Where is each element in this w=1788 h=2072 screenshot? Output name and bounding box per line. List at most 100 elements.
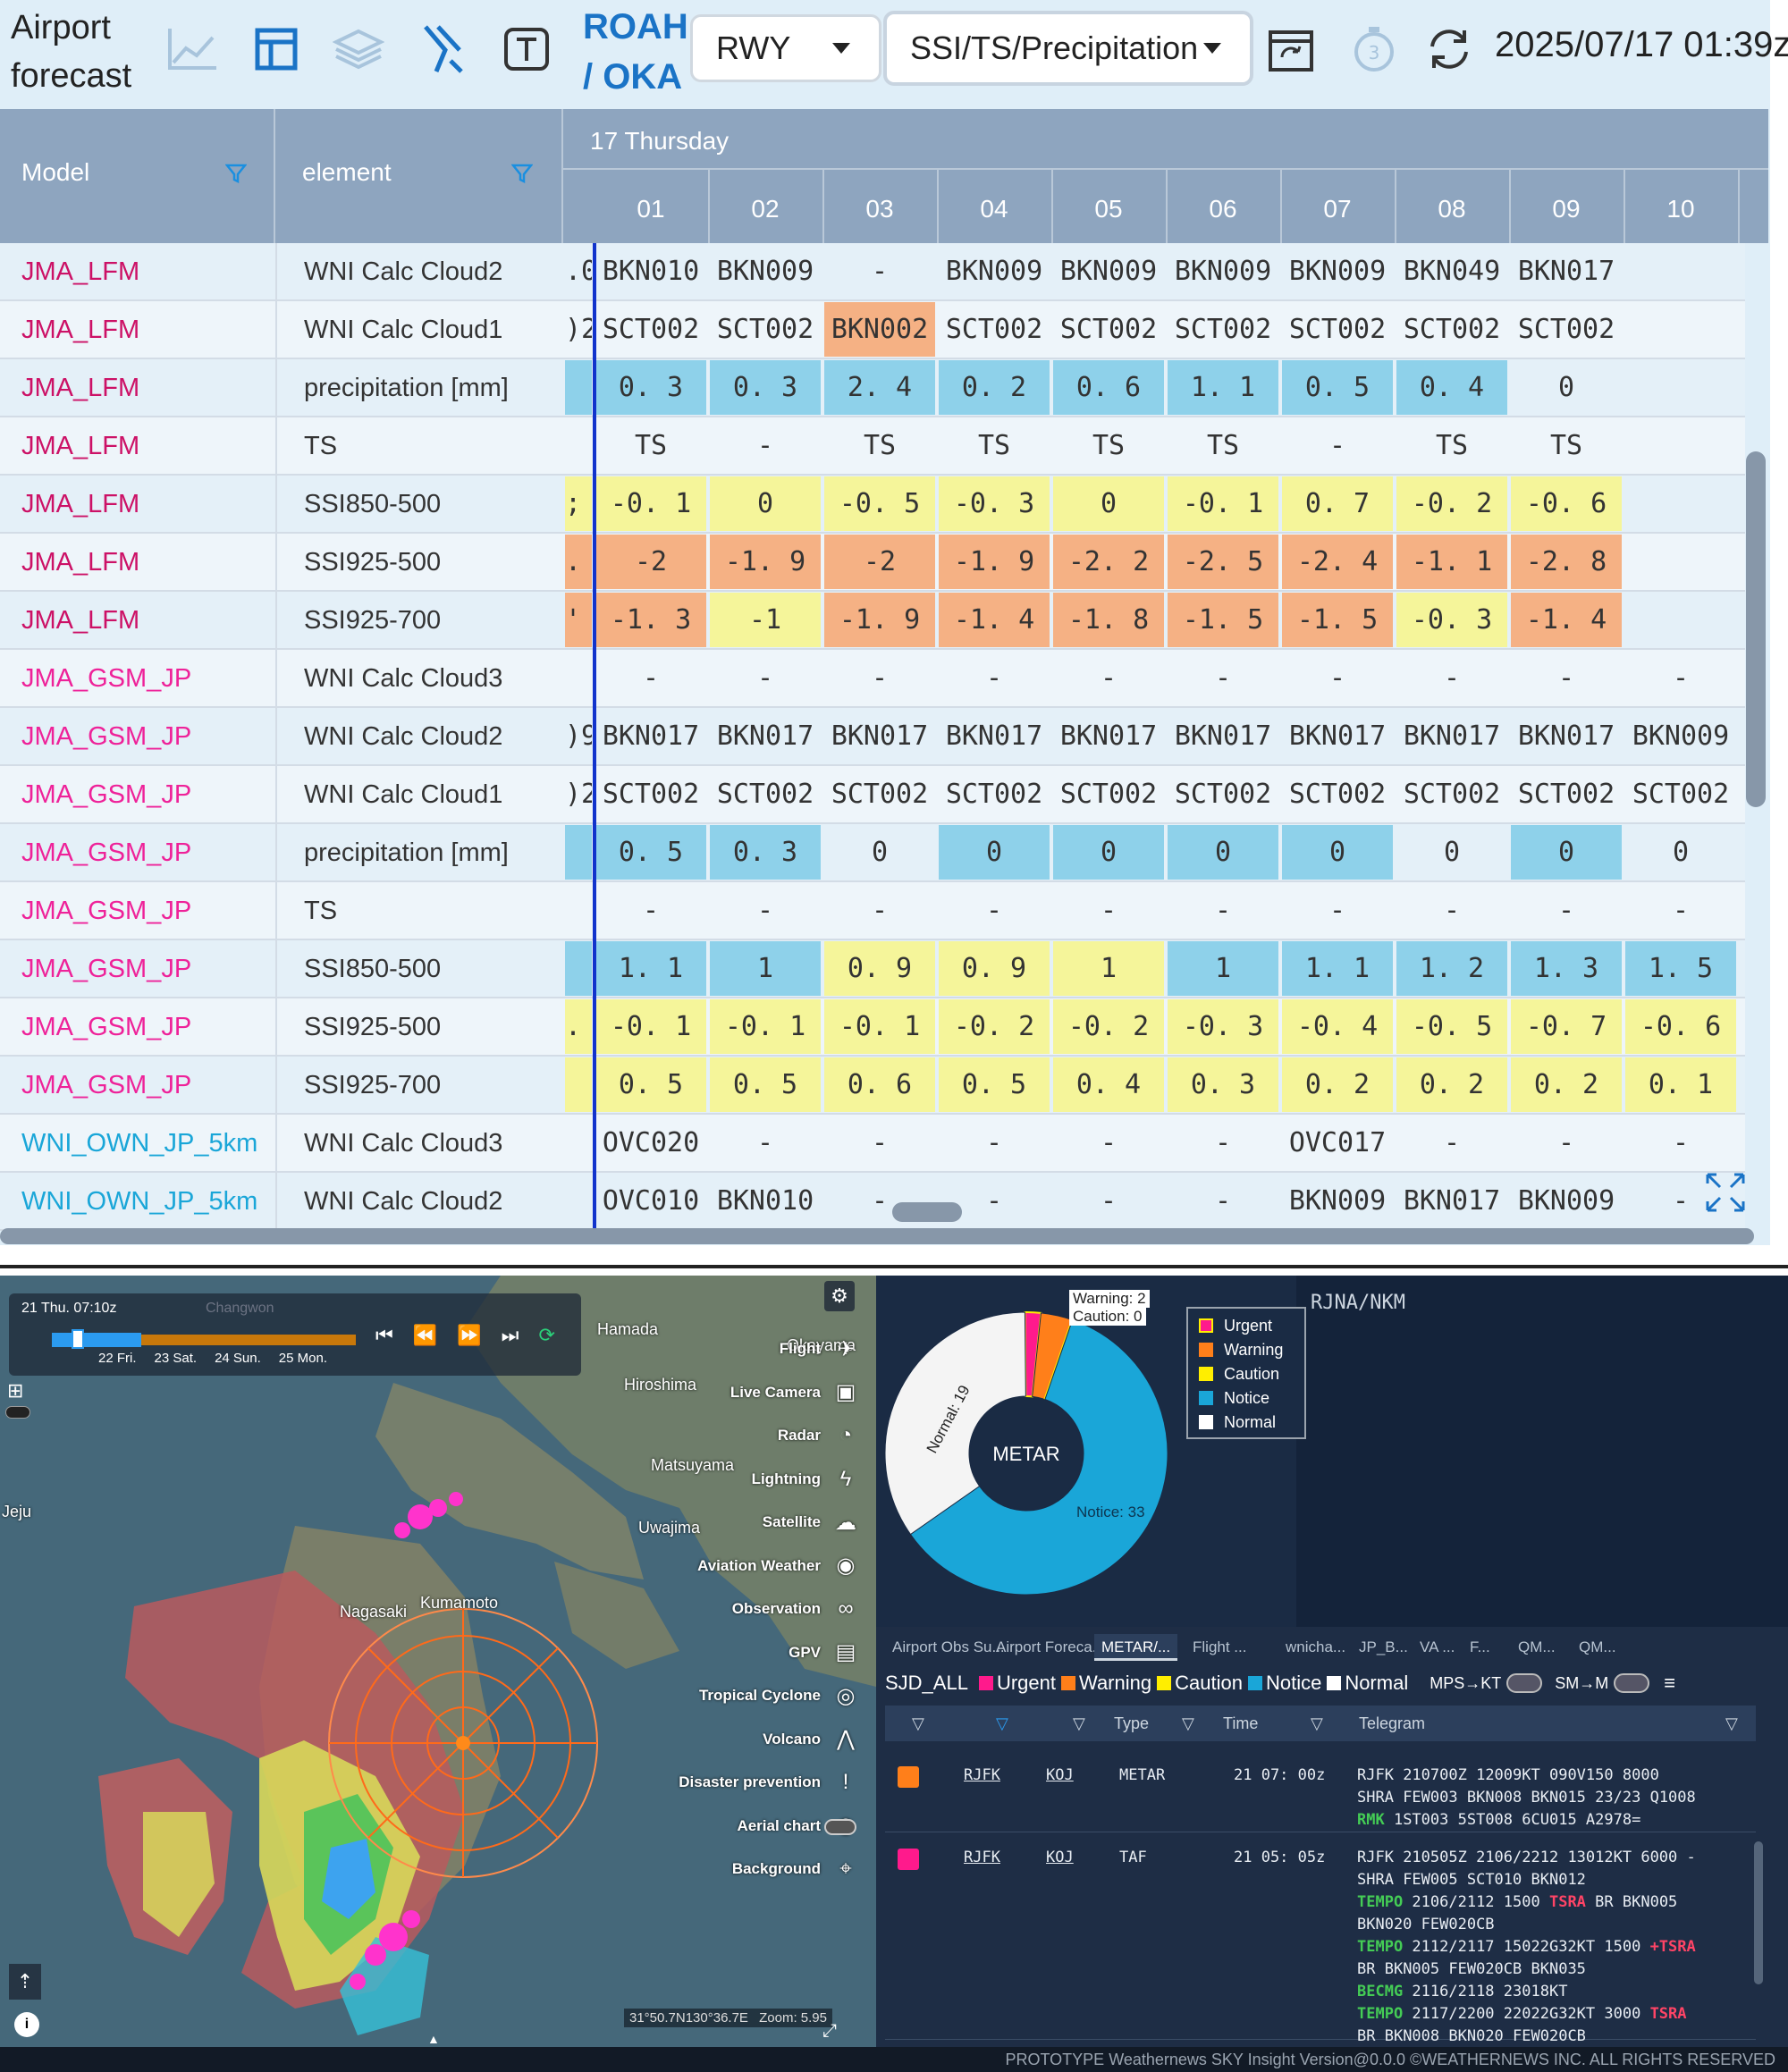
value-cell[interactable]: -1. 9 [939,535,1050,589]
value-cell[interactable]: - [710,418,821,473]
value-cell[interactable]: 1. 5 [1625,941,1736,996]
value-cell[interactable]: - [710,883,821,938]
value-cell[interactable] [1625,360,1736,415]
value-cell[interactable]: -1. 1 [1396,535,1507,589]
forecast-row[interactable]: WNI_OWN_JP_5km WNI Calc Cloud2 OVC010 BKN01… [0,1173,1745,1231]
forecast-row[interactable]: JMA_GSM_JP SSI925-500. -0. 1 -0. 1 -0. 1 -0. … [0,998,1745,1057]
layer-radar[interactable]: Radar ◔ [778,1418,858,1453]
map-toggle[interactable] [5,1406,30,1419]
value-cell[interactable]: SCT002 [939,302,1050,357]
value-cell[interactable]: 0 [1625,825,1736,880]
layer-gpv[interactable]: GPV ▤ [789,1635,858,1671]
value-cell[interactable]: BKN009 [1053,244,1164,299]
value-cell[interactable]: SCT002 [1282,767,1393,821]
info-icon[interactable]: i [14,2012,39,2037]
value-cell[interactable]: 0. 5 [595,825,706,880]
horizontal-scroll-thumb[interactable] [892,1202,962,1222]
value-cell[interactable]: -1 [710,593,821,647]
timeline-panel[interactable]: 21 Thu. 07:10z Changwon 22 Fri. 23 Sat. … [9,1293,581,1376]
tab-2[interactable]: METAR/... [1094,1634,1178,1661]
value-cell[interactable]: -1. 8 [1053,593,1164,647]
value-cell[interactable]: 0 [1168,825,1278,880]
value-cell[interactable]: -2 [595,535,706,589]
value-cell[interactable]: 0. 9 [824,941,935,996]
layer-disaster-prevention[interactable]: Disaster prevention! [679,1765,858,1800]
value-cell[interactable]: -0. 2 [1396,476,1507,531]
value-cell[interactable]: - [710,1116,821,1170]
value-cell[interactable]: - [939,1116,1050,1170]
airport-code[interactable]: ROAH / OKA [583,2,688,102]
value-cell[interactable]: SCT002 [595,302,706,357]
value-cell[interactable]: SCT002 [1511,767,1622,821]
value-cell[interactable]: BKN009 [1282,1174,1393,1228]
value-cell[interactable]: 1. 1 [595,941,706,996]
value-cell[interactable]: BKN017 [1396,1174,1507,1228]
forecast-row[interactable]: JMA_GSM_JP TS - - - - - - - - - - [0,882,1745,940]
horizontal-scrollbar[interactable] [0,1228,1754,1244]
value-cell[interactable] [1625,593,1736,647]
value-cell[interactable] [1625,302,1736,357]
value-cell[interactable]: - [824,244,935,299]
value-cell[interactable] [1625,535,1736,589]
calendar-sync-icon[interactable] [1264,21,1320,77]
forecast-row[interactable]: JMA_LFM SSI850-500; -0. 1 0 -0. 5 -0. 3 0 -0. 1… [0,476,1745,534]
layer-flight[interactable]: Flight ✈ [780,1331,858,1367]
forecast-row[interactable]: JMA_GSM_JP WNI Calc Cloud1)2 SCT002 SCT002 S… [0,766,1745,824]
filter-urgent[interactable]: Urgent [978,1672,1056,1695]
value-cell[interactable]: -1. 3 [595,593,706,647]
value-cell[interactable]: 0 [1396,825,1507,880]
fullscreen-icon[interactable]: ⤢ [822,2021,837,2042]
value-cell[interactable]: OVC017 [1282,1116,1393,1170]
layer-lightning[interactable]: Lightning ϟ [752,1461,858,1497]
text-icon[interactable] [499,21,554,77]
value-cell[interactable]: BKN002 [824,302,935,357]
value-cell[interactable]: - [1053,1174,1164,1228]
filter-icon[interactable]: ▽ [1725,1706,1738,1741]
value-cell[interactable]: BKN009 [710,244,821,299]
value-cell[interactable]: 1 [1053,941,1164,996]
layer-volcano[interactable]: Volcano ⋀ [763,1722,858,1757]
tab-3[interactable]: Flight ... [1193,1634,1246,1661]
value-cell[interactable]: 0. 5 [710,1057,821,1112]
value-cell[interactable]: SCT002 [1396,302,1507,357]
value-cell[interactable]: TS [1168,418,1278,473]
value-cell[interactable]: -0. 2 [939,999,1050,1054]
value-cell[interactable]: SCT002 [1053,767,1164,821]
value-cell[interactable]: 2. 4 [824,360,935,415]
value-cell[interactable]: 0. 2 [1396,1057,1507,1112]
unit-toggle-2[interactable] [1614,1673,1650,1693]
value-cell[interactable]: - [1053,883,1164,938]
forecast-row[interactable]: JMA_GSM_JP SSI925-700 0. 5 0. 5 0. 6 0. 5 0. 4… [0,1057,1745,1115]
forecast-row[interactable]: JMA_LFM TS TS - TS TS TS TS - TS TS [0,417,1745,476]
timeline-handle[interactable] [72,1329,84,1349]
value-cell[interactable]: SCT002 [595,767,706,821]
element-select[interactable]: SSI/TS/Precipitation [883,11,1253,86]
value-cell[interactable]: - [1168,651,1278,705]
weather-map[interactable]: 21 Thu. 07:10z Changwon 22 Fri. 23 Sat. … [0,1276,876,2047]
table-icon[interactable] [249,21,304,77]
value-cell[interactable]: - [1511,1116,1622,1170]
value-cell[interactable]: 0. 9 [939,941,1050,996]
tab-7[interactable]: F... [1470,1634,1490,1661]
value-cell[interactable]: - [1396,651,1507,705]
filter-element-icon[interactable] [510,163,534,189]
value-cell[interactable]: BKN017 [710,709,821,763]
value-cell[interactable]: -1. 5 [1168,593,1278,647]
value-cell[interactable]: 0 [1282,825,1393,880]
value-cell[interactable]: TS [939,418,1050,473]
value-cell[interactable]: - [1053,1116,1164,1170]
value-cell[interactable]: - [1282,651,1393,705]
unit-toggle-1[interactable] [1506,1673,1543,1693]
value-cell[interactable]: - [595,883,706,938]
value-cell[interactable]: -0. 5 [1396,999,1507,1054]
filter-notice[interactable]: Notice [1247,1672,1321,1695]
value-cell[interactable]: -0. 1 [710,999,821,1054]
value-cell[interactable]: SCT002 [1282,302,1393,357]
value-cell[interactable]: - [1282,883,1393,938]
value-cell[interactable]: SCT002 [1625,767,1736,821]
filter-icon[interactable]: ▽ [996,1706,1008,1741]
value-cell[interactable]: - [1625,1116,1736,1170]
layer-background[interactable]: Background ⌖ [732,1851,858,1887]
value-cell[interactable]: 0. 3 [1168,1057,1278,1112]
value-cell[interactable]: 0. 2 [1282,1057,1393,1112]
